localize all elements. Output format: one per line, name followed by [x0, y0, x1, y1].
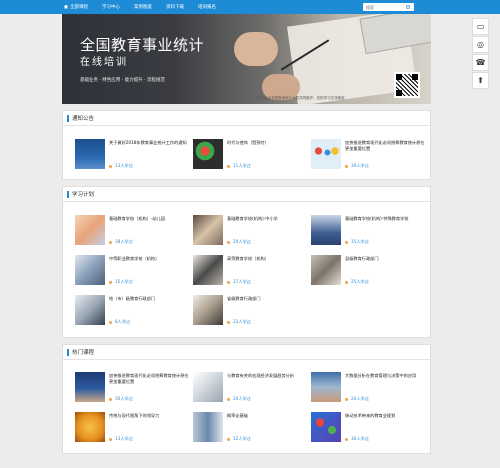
user-icon — [227, 320, 230, 324]
user-icon — [109, 240, 112, 244]
banner-title: 全国教育事业统计 — [80, 36, 205, 54]
search-icon[interactable] — [406, 4, 410, 9]
plan-card[interactable]: 中等职业教育学校（机构） 15人学过 — [75, 255, 190, 287]
plan-header: 学习计划 — [63, 187, 430, 202]
plan-card[interactable]: 高等教育学校（机构） 27人学过 — [193, 255, 308, 287]
course-thumbnail[interactable] — [311, 412, 341, 442]
user-icon — [345, 397, 348, 401]
notice-card[interactable]: 关于做好2018年教育事业统计工作的通知 13人学过 — [75, 139, 190, 171]
banner-hand-image — [234, 32, 278, 66]
banner-laptop-image — [359, 14, 431, 55]
nav-registration[interactable]: 培训报名 — [198, 4, 216, 10]
course-thumbnail[interactable] — [193, 295, 223, 325]
course-thumbnail[interactable] — [311, 139, 341, 169]
banner-tags: 基础业务 · 特色应用 · 能力提升 · 流程规范 — [80, 78, 165, 83]
notice-card[interactable]: 加快推进教育现代化必须统筹教育统计原在更加重要位置 30人学过 — [311, 139, 426, 171]
side-toolbar: ▭ ◎ ☎ ⬆ — [472, 18, 489, 90]
hot-card[interactable]: 与教育有关的宏观经济发展趋势分析 20人学过 — [193, 372, 308, 404]
user-icon — [345, 164, 348, 168]
course-thumbnail[interactable] — [75, 215, 105, 245]
user-icon — [227, 164, 230, 168]
user-icon — [109, 397, 112, 401]
course-thumbnail[interactable] — [193, 139, 223, 169]
course-thumbnail[interactable] — [75, 372, 105, 402]
plan-card[interactable]: 基础教育学校(机构)-特殊教育学校 15人学过 — [311, 215, 426, 247]
user-icon — [345, 280, 348, 284]
back-to-top-icon[interactable]: ⬆ — [472, 72, 489, 89]
wechat-icon[interactable]: ◎ — [472, 36, 489, 53]
course-thumbnail[interactable] — [193, 215, 223, 245]
hero-banner: 全国教育事业统计 在线培训 基础业务 · 特色应用 · 能力提升 · 流程规范 … — [62, 14, 431, 104]
main-nav: 全部课程 学习中心 案例图鉴 资料下载 培训报名 — [64, 0, 216, 14]
notice-panel: 通知公告 关于做好2018年教育事业统计工作的通知 13人学过 时代与使命（暨预… — [62, 110, 431, 180]
user-icon — [109, 437, 112, 441]
user-icon — [227, 280, 230, 284]
user-icon — [227, 397, 230, 401]
course-thumbnail[interactable] — [311, 215, 341, 245]
course-thumbnail[interactable] — [75, 139, 105, 169]
nav-all-courses[interactable]: 全部课程 — [64, 4, 88, 10]
phone-icon[interactable]: ☎ — [472, 54, 489, 71]
course-thumbnail[interactable] — [311, 372, 341, 402]
home-icon — [64, 4, 68, 9]
user-icon — [345, 240, 348, 244]
notice-card[interactable]: 时代与使命（暨预付） 11人学过 — [193, 139, 308, 171]
user-icon — [345, 437, 348, 441]
hot-card[interactable]: 加快推进教育现代化必须统筹教育统计原在更加重要位置 30人学过 — [75, 372, 190, 404]
banner-note: 本平台由全国各地统计人员共同维护，仅供学习交流使用 — [257, 96, 345, 100]
hot-card[interactable]: 移动技术带来的教育业规划 30人学过 — [311, 412, 426, 444]
course-thumbnail[interactable] — [193, 255, 223, 285]
course-thumbnail[interactable] — [75, 255, 105, 285]
hot-header: 热门课程 — [63, 345, 430, 360]
section-title: 学习计划 — [72, 192, 95, 198]
plan-card[interactable]: 基础教育学校(机构)-中小学 20人学过 — [193, 215, 308, 247]
section-title: 热门课程 — [72, 350, 95, 356]
course-thumbnail[interactable] — [311, 255, 341, 285]
course-thumbnail[interactable] — [75, 412, 105, 442]
hot-card[interactable]: 概率论基础 12人学过 — [193, 412, 308, 444]
course-thumbnail[interactable] — [193, 372, 223, 402]
qr-code — [394, 72, 420, 98]
course-thumbnail[interactable] — [193, 412, 223, 442]
plan-card[interactable]: 基础教育学校（机构）-幼儿园 38人学过 — [75, 215, 190, 247]
course-thumbnail[interactable] — [75, 295, 105, 325]
user-icon — [109, 320, 112, 324]
hot-card[interactable]: 大数据分析在教育管理与决策中的应用 24人学过 — [311, 372, 426, 404]
nav-downloads[interactable]: 资料下载 — [166, 4, 184, 10]
hot-card[interactable]: 传统与现代视角下的领导力 13人学过 — [75, 412, 190, 444]
hot-panel: 热门课程 加快推进教育现代化必须统筹教育统计原在更加重要位置 30人学过 与教育… — [62, 344, 431, 454]
nav-learning-center[interactable]: 学习中心 — [102, 4, 120, 10]
user-icon — [227, 437, 230, 441]
user-icon — [109, 164, 112, 168]
section-title: 通知公告 — [72, 116, 95, 122]
notice-header: 通知公告 — [63, 111, 430, 126]
plan-card[interactable]: 县级教育行政部门 25人学过 — [311, 255, 426, 287]
plan-card[interactable]: 地（市）级教育行政部门 8人学过 — [75, 295, 190, 327]
plan-panel: 学习计划 基础教育学校（机构）-幼儿园 38人学过 基础教育学校(机构)-中小学… — [62, 186, 431, 338]
user-icon — [227, 240, 230, 244]
user-icon — [109, 280, 112, 284]
banner-subtitle: 在线培训 — [80, 57, 128, 68]
chat-icon[interactable]: ▭ — [472, 18, 489, 35]
plan-card[interactable]: 省级教育行政部门 23人学过 — [193, 295, 308, 327]
nav-case-gallery[interactable]: 案例图鉴 — [134, 4, 152, 10]
